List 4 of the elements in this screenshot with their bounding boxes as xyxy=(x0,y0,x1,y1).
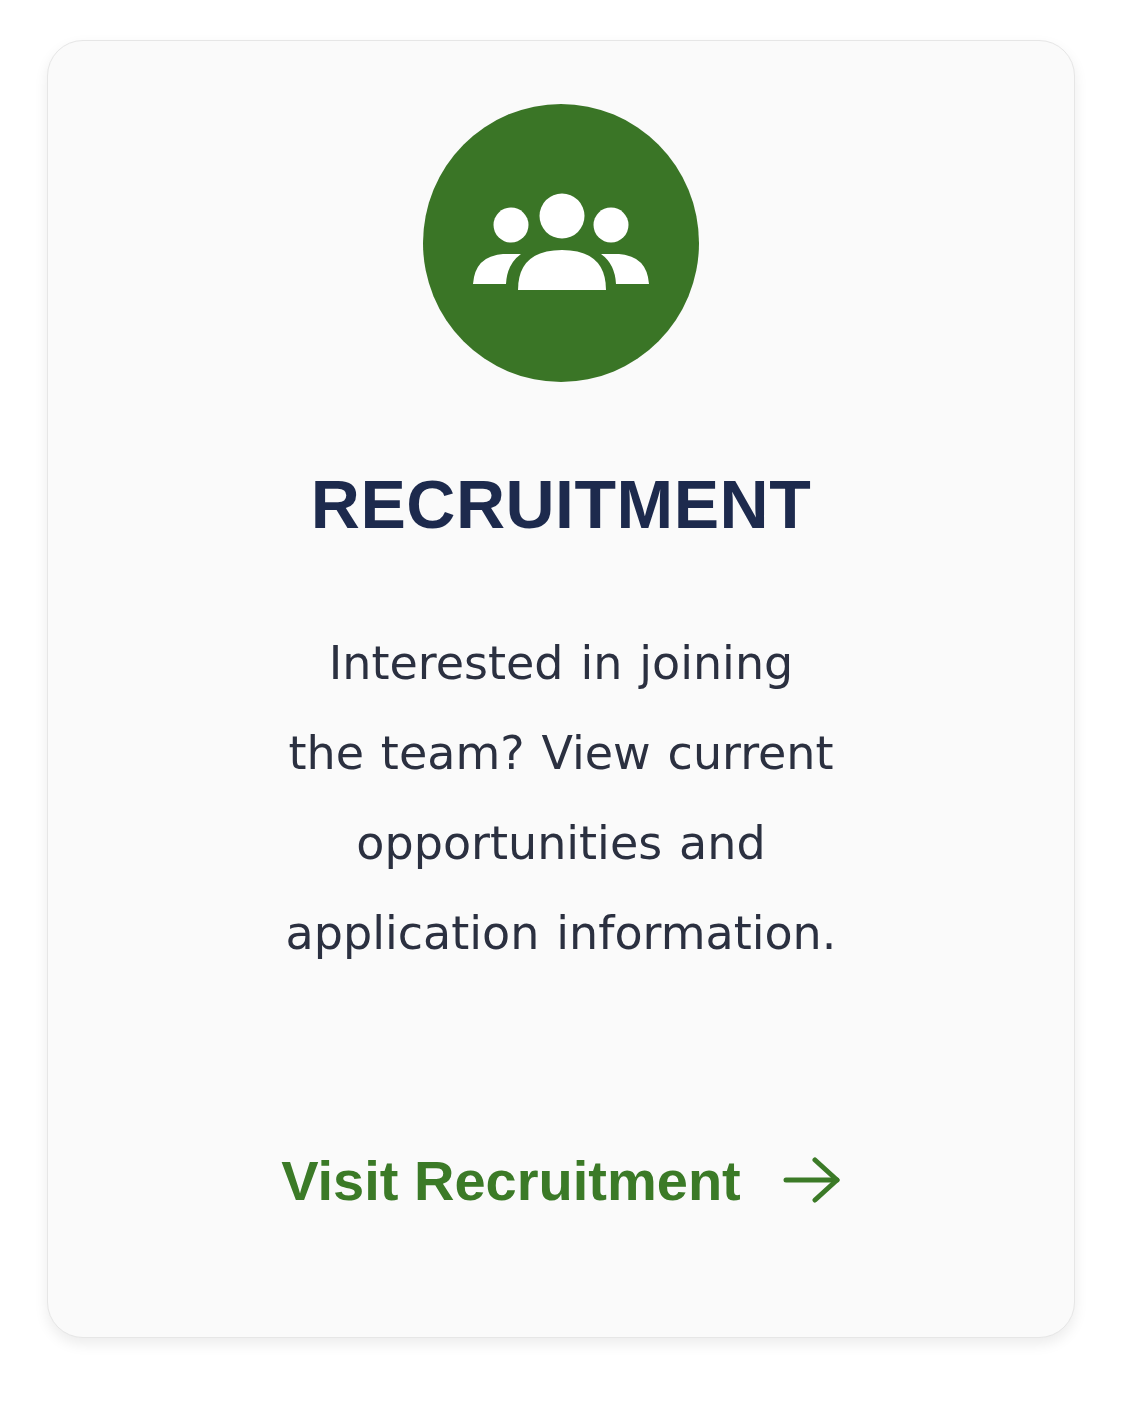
card-description: Interested in joining the team? View current opportunities and application information. xyxy=(284,634,838,962)
card-title: RECRUITMENT xyxy=(310,465,812,544)
group-icon xyxy=(423,104,699,382)
visit-link[interactable]: Visit Recruitment xyxy=(281,1147,841,1213)
